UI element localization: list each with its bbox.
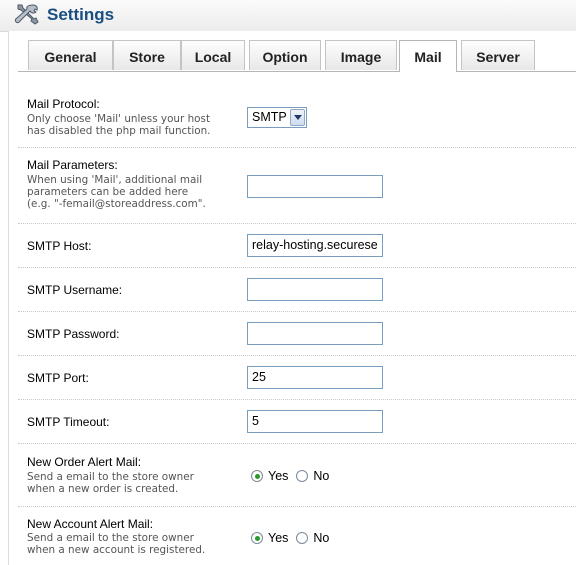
- new-account-alert-yes-radio[interactable]: [251, 532, 263, 544]
- mail-parameters-row: Mail Parameters: When using 'Mail', addi…: [18, 148, 576, 224]
- smtp-password-input[interactable]: [247, 322, 383, 345]
- new-account-alert-no-radio[interactable]: [296, 532, 309, 544]
- smtp-username-label: SMTP Username:: [27, 283, 123, 297]
- new-order-alert-yes-radio[interactable]: [251, 470, 263, 482]
- new-order-alert-row: New Order Alert Mail: Send a email to th…: [18, 444, 576, 507]
- tab-general[interactable]: General: [28, 40, 113, 70]
- radio-label-no: No: [313, 531, 330, 545]
- new-account-alert-help: Send a email to the store owner when a n…: [27, 532, 206, 556]
- smtp-timeout-label: SMTP Timeout:: [27, 415, 110, 429]
- tab-mail[interactable]: Mail: [399, 40, 457, 72]
- mail-protocol-label: Mail Protocol:: [27, 97, 100, 111]
- smtp-port-row: SMTP Port: 25: [18, 356, 576, 400]
- radio-label-yes: Yes: [268, 531, 289, 545]
- mail-parameters-input[interactable]: [247, 175, 383, 198]
- smtp-host-label: SMTP Host:: [27, 239, 92, 253]
- smtp-port-input[interactable]: 25: [247, 366, 383, 389]
- smtp-username-row: SMTP Username:: [18, 268, 576, 312]
- mail-protocol-value: SMTP: [252, 110, 287, 124]
- page-title: Settings: [47, 5, 115, 24]
- tab-option[interactable]: Option: [249, 40, 321, 70]
- new-account-alert-label: New Account Alert Mail:: [27, 517, 154, 531]
- new-order-alert-help: Send a email to the store owner when a n…: [27, 471, 194, 495]
- smtp-port-label: SMTP Port:: [27, 371, 89, 385]
- new-order-alert-options: Yes No: [251, 469, 337, 483]
- smtp-timeout-input[interactable]: 5: [247, 410, 383, 433]
- mail-parameters-help: When using 'Mail', additional mail param…: [27, 174, 206, 210]
- mail-protocol-help: Only choose 'Mail' unless your host has …: [27, 113, 211, 137]
- new-order-alert-no-radio[interactable]: [296, 470, 309, 482]
- new-order-alert-label: New Order Alert Mail:: [27, 455, 142, 469]
- settings-tools-icon: [14, 4, 39, 25]
- mail-parameters-label: Mail Parameters:: [27, 158, 118, 172]
- new-account-alert-options: Yes No: [251, 531, 337, 545]
- smtp-host-input[interactable]: relay-hosting.securese: [247, 234, 383, 257]
- tab-bar: General Store Local Option Image Mail Se…: [8, 40, 576, 72]
- radio-label-no: No: [313, 469, 330, 483]
- smtp-username-input[interactable]: [247, 278, 383, 301]
- smtp-password-label: SMTP Password:: [27, 327, 120, 341]
- tab-local[interactable]: Local: [181, 40, 245, 70]
- tab-server[interactable]: Server: [461, 40, 535, 70]
- smtp-password-row: SMTP Password:: [18, 312, 576, 356]
- chevron-down-icon[interactable]: [290, 109, 305, 126]
- smtp-timeout-row: SMTP Timeout: 5: [18, 400, 576, 444]
- tab-image[interactable]: Image: [325, 40, 397, 70]
- tab-store[interactable]: Store: [113, 40, 181, 70]
- mail-protocol-select[interactable]: SMTP: [247, 107, 307, 128]
- page-header: Settings: [0, 0, 576, 32]
- new-account-alert-row: New Account Alert Mail: Send a email to …: [18, 507, 576, 565]
- smtp-host-row: SMTP Host: relay-hosting.securese: [18, 224, 576, 268]
- radio-label-yes: Yes: [268, 469, 289, 483]
- mail-protocol-row: Mail Protocol: Only choose 'Mail' unless…: [18, 72, 576, 148]
